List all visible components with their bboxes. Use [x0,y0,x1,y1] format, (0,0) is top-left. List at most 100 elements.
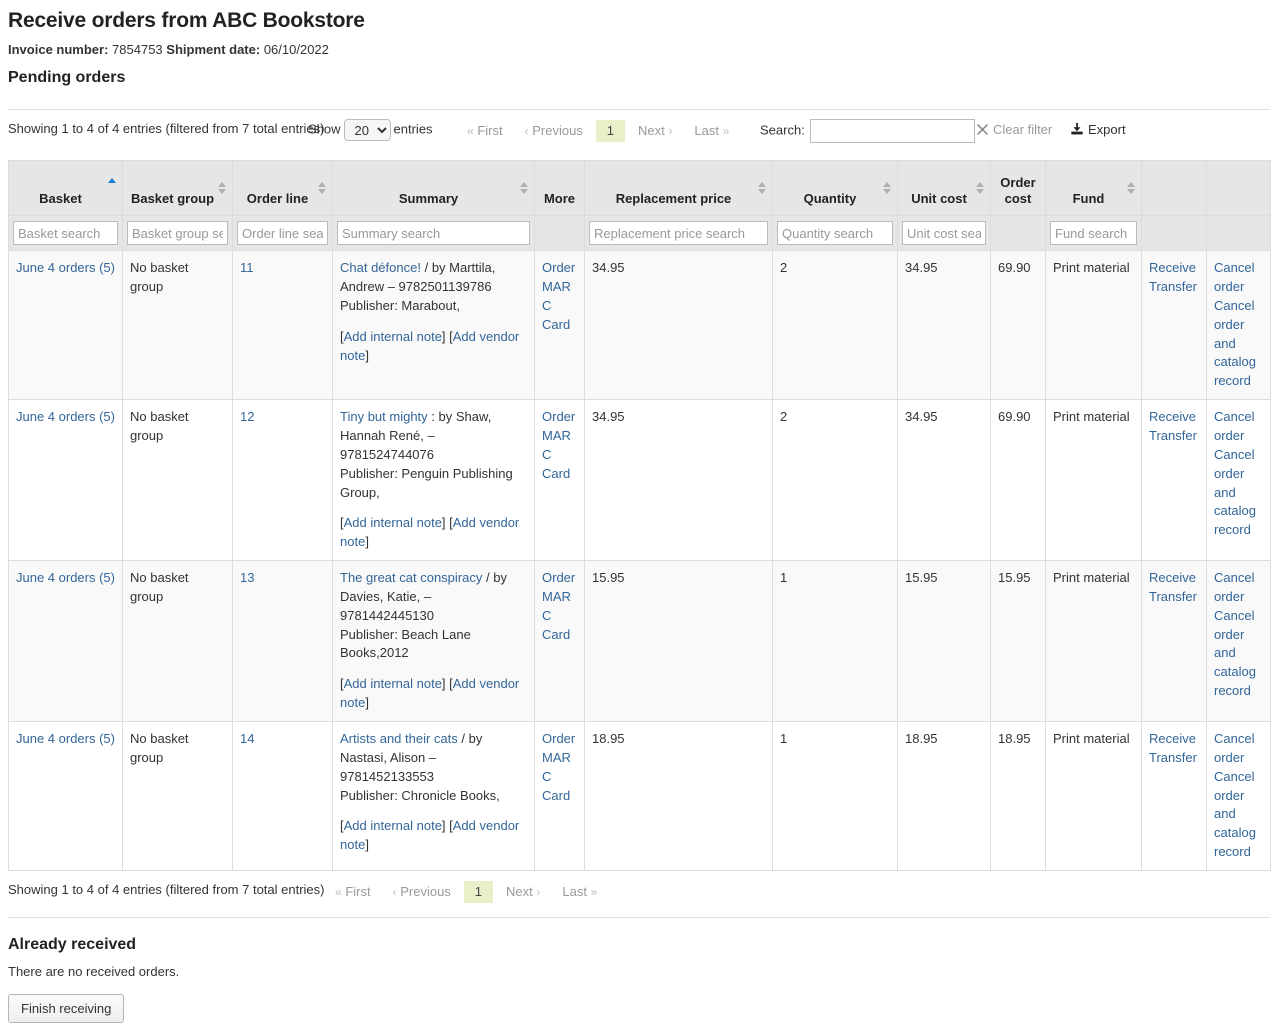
column-header-order-line[interactable]: Order line [233,161,333,216]
double-chevron-right-icon: » [723,124,730,138]
order-marc-card-link[interactable]: Order MARC Card [542,409,575,481]
cancel-order-link[interactable]: Cancel order [1214,259,1263,297]
pagination-first-bottom[interactable]: « First [326,881,380,903]
pagination-next-top[interactable]: Next › [629,120,681,142]
search-input[interactable] [810,119,975,143]
pagination-previous-bottom[interactable]: ‹ Previous [384,881,460,903]
pagination-page-1-top[interactable]: 1 [596,120,625,142]
order-line-link[interactable]: 13 [240,570,254,585]
order-line-link[interactable]: 14 [240,731,254,746]
order-marc-card-link[interactable]: Order MARC Card [542,731,575,803]
pagination-last-label: Last [694,123,719,138]
add-internal-note-link[interactable]: Add internal note [344,329,442,344]
table-row: June 4 orders (5) No basket group 14 Art… [9,721,1271,870]
biblio-title-link[interactable]: Chat défonce! [340,260,421,275]
cancel-order-and-catalog-record-link[interactable]: Cancel order and catalog record [1214,607,1263,701]
pagination-previous-top[interactable]: ‹ Previous [516,120,592,142]
cell-receive-actions: ReceiveTransfer [1142,561,1207,722]
filter-cell-more [535,216,585,251]
cell-replacement-price: 34.95 [585,400,773,561]
biblio-title-link[interactable]: The great cat conspiracy [340,570,482,585]
filter-input-order-line[interactable] [237,221,328,245]
column-header-basket-group[interactable]: Basket group [123,161,233,216]
cancel-order-link[interactable]: Cancel order [1214,569,1263,607]
cell-summary: Chat défonce! / by Marttila, Andrew – 97… [333,251,535,400]
filter-input-basket-group[interactable] [127,221,228,245]
pagination-first-top[interactable]: « First [458,120,512,142]
pagination-first-label: First [477,123,502,138]
receive-link[interactable]: Receive [1149,408,1199,427]
order-marc-card-link[interactable]: Order MARC Card [542,570,575,642]
cancel-order-link[interactable]: Cancel order [1214,730,1263,768]
pagination-previous-label: Previous [400,884,451,899]
double-chevron-right-icon: » [591,885,598,899]
filter-input-summary[interactable] [337,221,530,245]
cancel-order-and-catalog-record-link[interactable]: Cancel order and catalog record [1214,768,1263,862]
cell-cancel-actions: Cancel orderCancel order and catalog rec… [1207,561,1271,722]
pagination-next-bottom[interactable]: Next › [497,881,549,903]
cell-replacement-price: 18.95 [585,721,773,870]
filter-input-unit-cost[interactable] [902,221,986,245]
pagination-last-top[interactable]: Last » [685,120,738,142]
cell-unit-cost: 18.95 [898,721,991,870]
filter-input-replacement-price[interactable] [589,221,768,245]
summary-text: Tiny but mighty : by Shaw, Hannah René, … [340,408,527,502]
column-header-summary[interactable]: Summary [333,161,535,216]
cell-cancel-actions: Cancel orderCancel order and catalog rec… [1207,721,1271,870]
filter-input-basket[interactable] [13,221,118,245]
add-internal-note-link[interactable]: Add internal note [344,818,442,833]
filter-cell-cancel [1207,216,1271,251]
filter-input-quantity[interactable] [777,221,893,245]
transfer-link[interactable]: Transfer [1149,278,1199,297]
pagination-last-bottom[interactable]: Last » [553,881,606,903]
title-separator: : [431,409,435,424]
biblio-title-link[interactable]: Artists and their cats [340,731,458,746]
table-row: June 4 orders (5) No basket group 11 Cha… [9,251,1271,400]
column-label: Fund [1073,191,1105,206]
biblio-title-link[interactable]: Tiny but mighty [340,409,428,424]
finish-receiving-button[interactable]: Finish receiving [8,994,124,1023]
already-received-heading: Already received [8,936,1270,954]
cell-basket: June 4 orders (5) [9,721,123,870]
add-internal-note-link[interactable]: Add internal note [344,515,442,530]
transfer-link[interactable]: Transfer [1149,749,1199,768]
cell-cancel-actions: Cancel orderCancel order and catalog rec… [1207,400,1271,561]
cell-quantity: 2 [773,251,898,400]
cell-quantity: 2 [773,400,898,561]
publisher: Publisher: Marabout, [340,298,460,313]
basket-link[interactable]: June 4 orders (5) [16,570,115,585]
receive-link[interactable]: Receive [1149,569,1199,588]
sort-indicator-icon [218,180,227,196]
table-body: June 4 orders (5) No basket group 11 Cha… [9,251,1271,871]
add-internal-note-link[interactable]: Add internal note [344,676,442,691]
cancel-order-and-catalog-record-link[interactable]: Cancel order and catalog record [1214,446,1263,540]
transfer-link[interactable]: Transfer [1149,427,1199,446]
order-marc-card-link[interactable]: Order MARC Card [542,260,575,332]
pagination-page-1-bottom[interactable]: 1 [464,881,493,903]
cancel-order-and-catalog-record-link[interactable]: Cancel order and catalog record [1214,297,1263,391]
transfer-link[interactable]: Transfer [1149,588,1199,607]
column-header-quantity[interactable]: Quantity [773,161,898,216]
export-button[interactable]: Export [1070,122,1126,139]
receive-link[interactable]: Receive [1149,259,1199,278]
cell-basket-group: No basket group [123,251,233,400]
filter-cell-receive [1142,216,1207,251]
order-line-link[interactable]: 12 [240,409,254,424]
receive-link[interactable]: Receive [1149,730,1199,749]
entries-label: entries [394,122,433,137]
column-header-replacement-price[interactable]: Replacement price [585,161,773,216]
page-length-select[interactable]: 20 [344,119,391,141]
entries-info-bottom: Showing 1 to 4 of 4 entries (filtered fr… [8,882,325,897]
entries-info-top: Showing 1 to 4 of 4 entries (filtered fr… [8,121,325,136]
column-header-fund[interactable]: Fund [1046,161,1142,216]
column-header-basket[interactable]: Basket [9,161,123,216]
basket-link[interactable]: June 4 orders (5) [16,731,115,746]
basket-link[interactable]: June 4 orders (5) [16,409,115,424]
order-line-link[interactable]: 11 [240,260,254,275]
export-label: Export [1088,122,1126,137]
column-header-unit-cost[interactable]: Unit cost [898,161,991,216]
clear-filter-button[interactable]: Clear filter [976,122,1052,139]
filter-input-fund[interactable] [1050,221,1137,245]
cancel-order-link[interactable]: Cancel order [1214,408,1263,446]
basket-link[interactable]: June 4 orders (5) [16,260,115,275]
